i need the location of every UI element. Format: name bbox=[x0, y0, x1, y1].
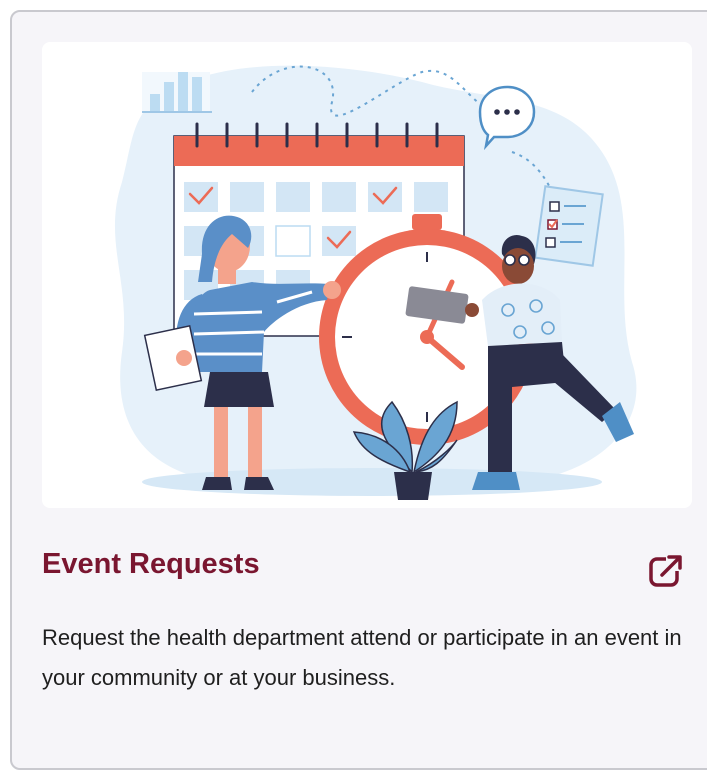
bar-chart-icon bbox=[142, 72, 212, 113]
event-requests-description: Request the health department attend or … bbox=[42, 625, 682, 690]
event-requests-title-link[interactable]: Event Requests bbox=[42, 548, 260, 581]
event-requests-card[interactable]: Event Requests Request the health depart… bbox=[10, 10, 707, 770]
checklist-icon bbox=[534, 185, 604, 267]
external-link-icon[interactable] bbox=[648, 553, 684, 589]
event-illustration bbox=[42, 42, 692, 508]
